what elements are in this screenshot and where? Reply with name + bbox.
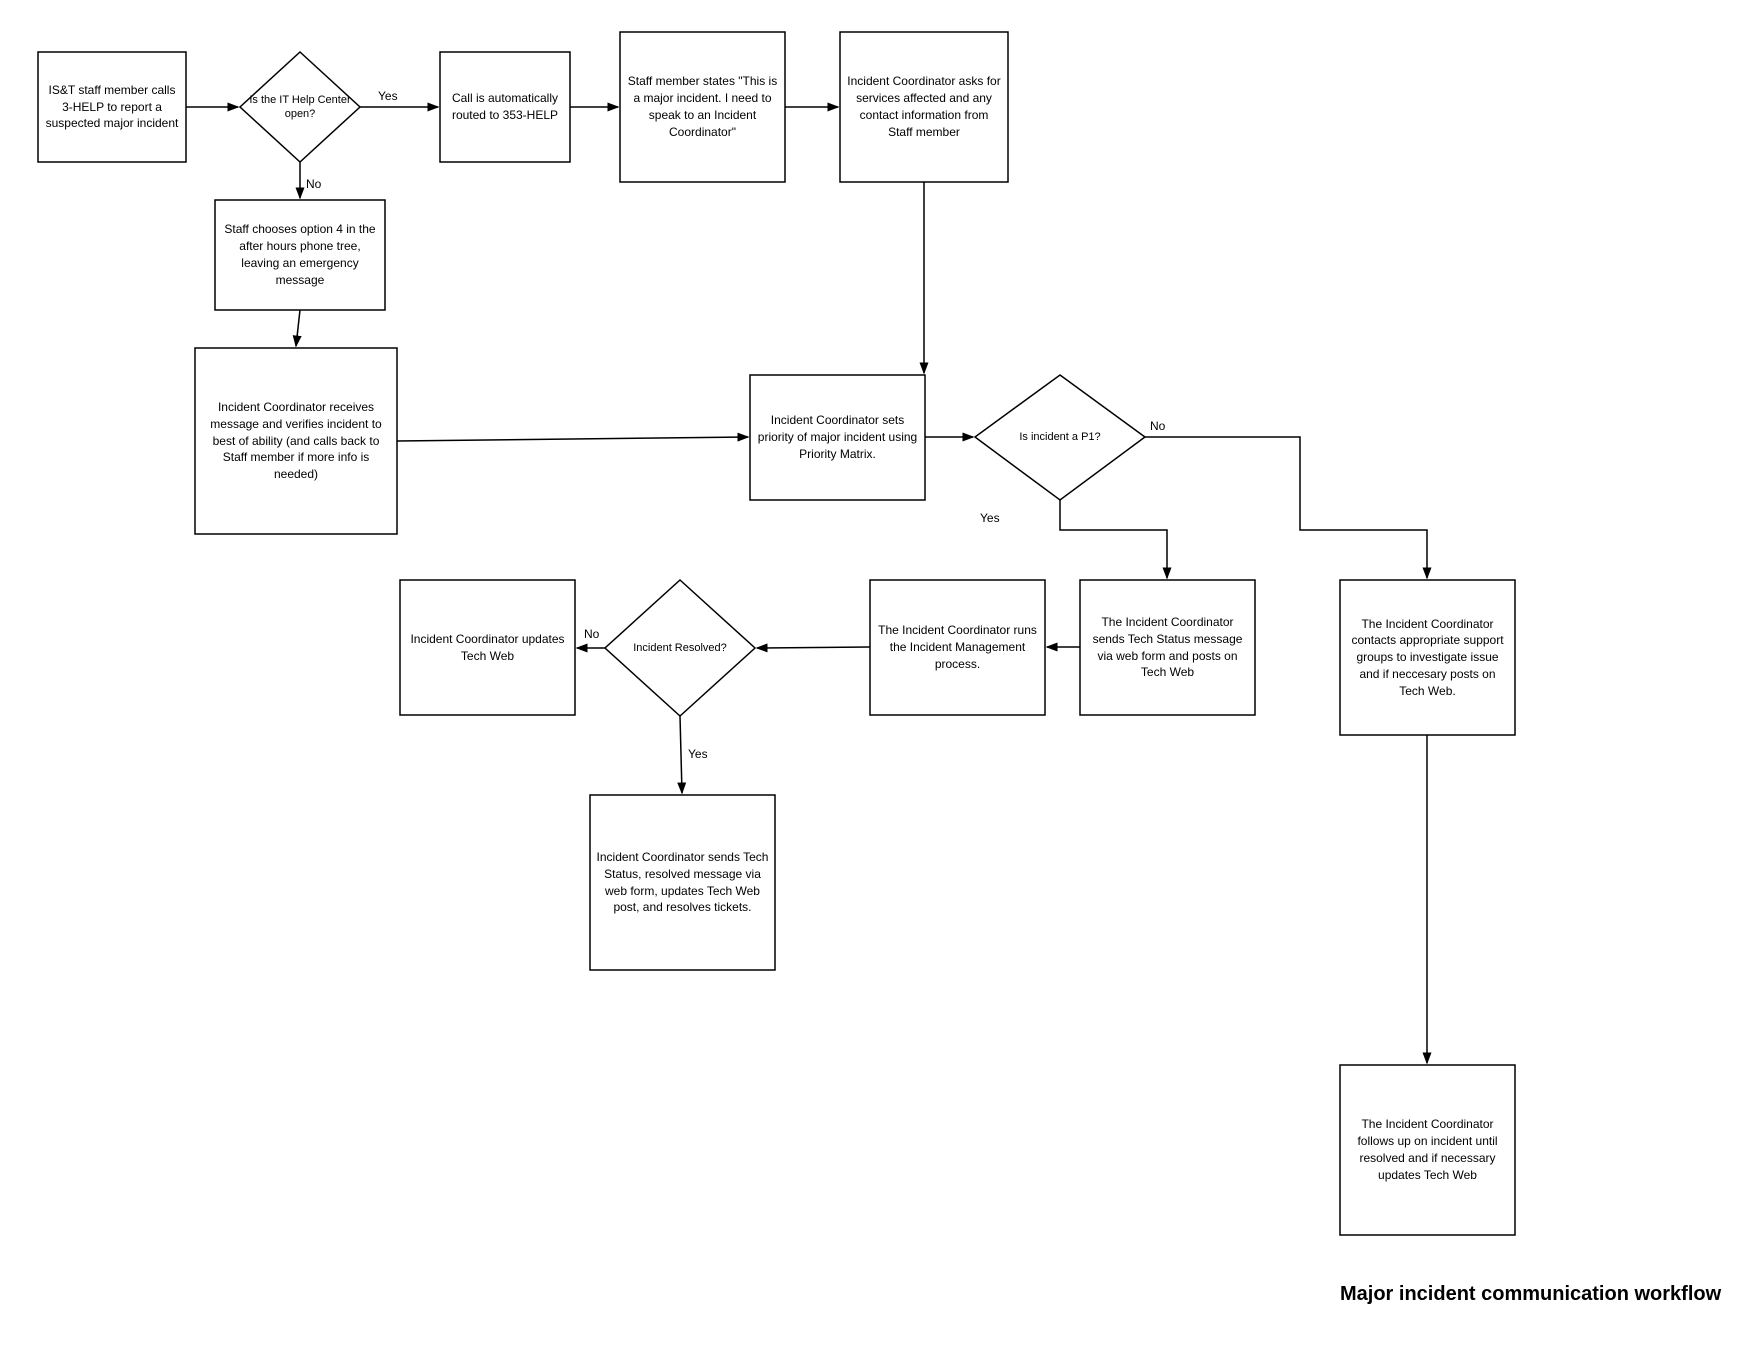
node-9-text: Is incident a P1? — [990, 400, 1130, 474]
node-3-text: Call is automatically routed to 353-HELP — [440, 52, 570, 162]
node-5-text: Incident Coordinator asks for services a… — [840, 32, 1008, 182]
label-no2: No — [1150, 419, 1166, 433]
node-11-text: The Incident Coordinator contacts approp… — [1340, 580, 1515, 735]
node-1-text: IS&T staff member calls 3-HELP to report… — [38, 52, 186, 162]
node-16-text: The Incident Coordinator follows up on i… — [1340, 1065, 1515, 1235]
node-8-text: Incident Coordinator sets priority of ma… — [750, 375, 925, 500]
node-4-text: Staff member states "This is a major inc… — [620, 32, 785, 182]
node-6-text: Staff chooses option 4 in the after hour… — [215, 200, 385, 310]
node-7-text: Incident Coordinator receives message an… — [195, 348, 397, 534]
node-10-text: The Incident Coordinator sends Tech Stat… — [1080, 580, 1255, 715]
node-12-text: The Incident Coordinator runs the Incide… — [870, 580, 1045, 715]
label-no3: No — [584, 627, 600, 641]
flowchart-svg: IS&T staff member calls 3-HELP to report… — [0, 0, 1760, 1360]
label-yes2: Yes — [980, 511, 1000, 525]
node-2-text: Is the IT Help Center open? — [246, 72, 354, 142]
label-yes3: Yes — [688, 747, 708, 761]
label-no1: No — [306, 177, 322, 191]
label-yes1: Yes — [378, 89, 398, 103]
page-title: Major incident communication workflow — [1340, 1283, 1722, 1305]
node-15-text: Incident Coordinator sends Tech Status, … — [590, 795, 775, 970]
node-13-text: Incident Resolved? — [618, 610, 742, 686]
node-14-text: Incident Coordinator updates Tech Web — [400, 580, 575, 715]
